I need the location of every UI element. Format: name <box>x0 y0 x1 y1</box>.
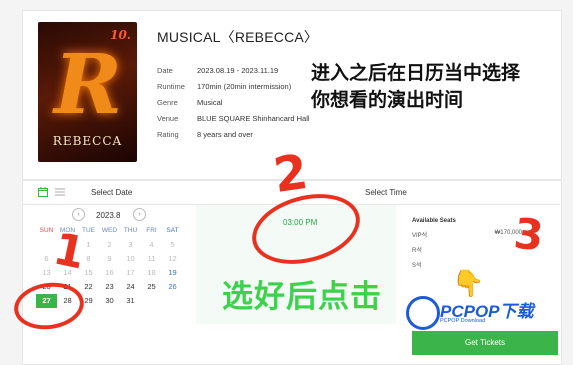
calendar-day-24[interactable]: 24 <box>120 280 141 294</box>
calendar-day-12[interactable]: 12 <box>162 252 183 266</box>
weekday-label: THU <box>123 227 138 234</box>
weekday-label: SUN <box>39 227 54 234</box>
annotation-top-note: 进入之后在日历当中选择 你想看的演出时间 <box>311 63 521 111</box>
calendar-day-9[interactable]: 9 <box>99 252 120 266</box>
pcpop-logo-icon <box>406 296 440 330</box>
info-row-runtime: Runtime 170min (20min intermission) <box>157 82 292 91</box>
select-time-label: Select Time <box>365 188 407 197</box>
calendar-day-31[interactable]: 31 <box>120 294 141 308</box>
annotation-bottom-note: 选好后点击 <box>222 279 382 314</box>
available-seats: Available Seats VIP석 ₩170,000 R석 S석 <box>412 218 522 275</box>
calendar-month: 2023.8 <box>96 211 121 220</box>
calendar-empty <box>162 294 183 308</box>
calendar-icon[interactable] <box>38 187 48 197</box>
info-row-genre: Genre Musical <box>157 98 223 107</box>
seats-title: Available Seats <box>412 218 456 224</box>
select-date-label: Select Date <box>91 188 133 197</box>
watermark-sub: PCPOP Download <box>440 318 486 324</box>
calendar-day-18[interactable]: 18 <box>141 266 162 280</box>
calendar-day-11[interactable]: 11 <box>141 252 162 266</box>
calendar-day-17[interactable]: 17 <box>120 266 141 280</box>
poster-letter: R <box>54 37 123 133</box>
next-month-button[interactable]: › <box>133 208 146 221</box>
show-title: MUSICAL〈REBECCA〉 <box>157 29 319 45</box>
calendar-day-16[interactable]: 16 <box>99 266 120 280</box>
show-poster: 10. R REBECCA <box>38 22 137 162</box>
calendar-day-4[interactable]: 4 <box>141 238 162 252</box>
calendar-empty <box>141 294 162 308</box>
calendar-day-23[interactable]: 23 <box>99 280 120 294</box>
pointing-hand-icon: 👇 <box>452 268 485 298</box>
info-row-date: Date 2023.08.19 - 2023.11.19 <box>157 66 279 75</box>
poster-title: REBECCA <box>52 134 123 148</box>
get-tickets-button[interactable]: Get Tickets <box>412 331 558 355</box>
calendar-day-22[interactable]: 22 <box>78 280 99 294</box>
weekday-label: SAT <box>166 227 179 234</box>
prev-month-button[interactable]: ‹ <box>72 208 85 221</box>
calendar-day-5[interactable]: 5 <box>162 238 183 252</box>
calendar-day-25[interactable]: 25 <box>141 280 162 294</box>
weekday-label: FRI <box>146 227 157 234</box>
info-row-venue: Venue BLUE SQUARE Shinhancard Hall <box>157 114 310 123</box>
list-icon[interactable] <box>55 188 65 196</box>
show-info-list: Date 2023.08.19 - 2023.11.19 Runtime 170mi… <box>157 66 310 146</box>
calendar-day-3[interactable]: 3 <box>120 238 141 252</box>
seat-row: VIP석 ₩170,000 <box>412 230 522 239</box>
info-row-rating: Rating 8 years and over <box>157 130 253 139</box>
calendar-day-2[interactable]: 2 <box>99 238 120 252</box>
seat-row: R석 <box>412 248 422 254</box>
calendar-day-10[interactable]: 10 <box>120 252 141 266</box>
annotation-number-3: 3 <box>511 208 546 261</box>
calendar-day-30[interactable]: 30 <box>99 294 120 308</box>
weekday-label: WED <box>101 227 118 234</box>
calendar-day-26[interactable]: 26 <box>162 280 183 294</box>
calendar-day-19[interactable]: 19 <box>162 266 183 280</box>
